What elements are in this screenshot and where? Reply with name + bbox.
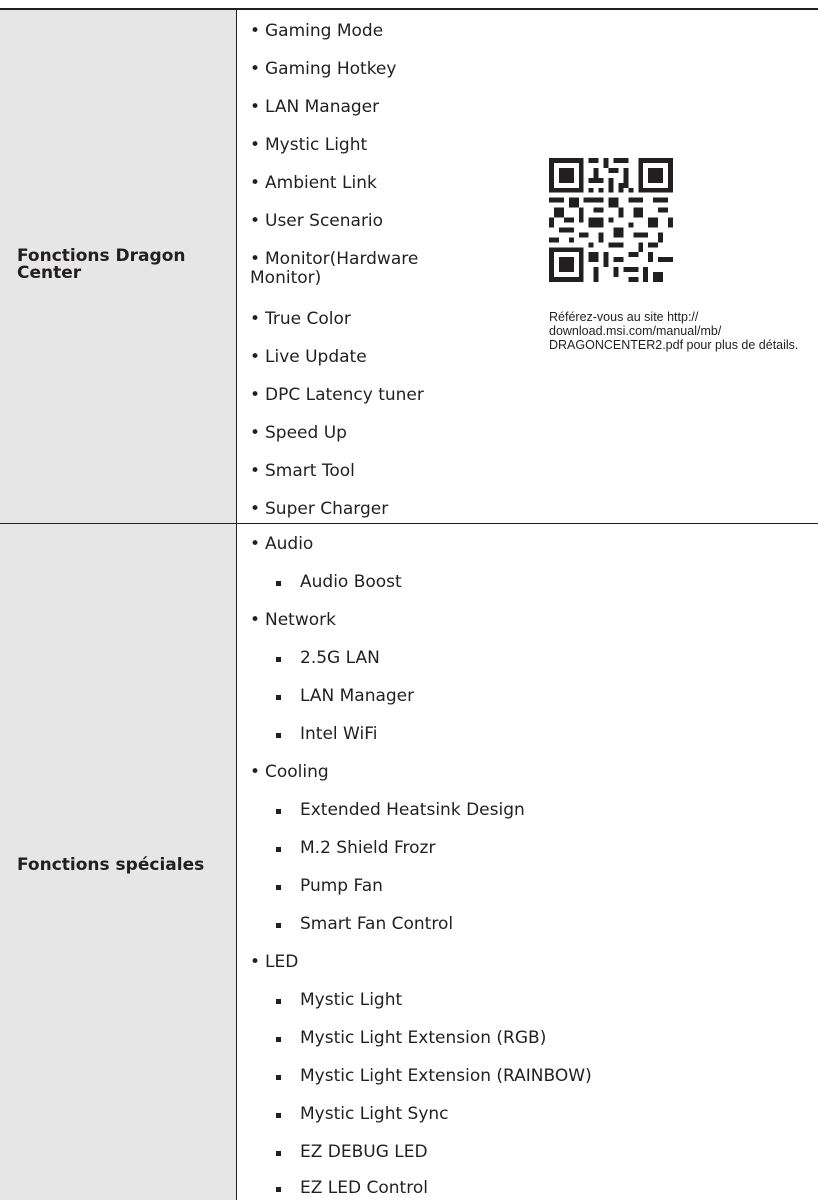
square-bullet-icon	[276, 885, 281, 890]
list-item: • Network	[250, 610, 336, 630]
list-item: • Monitor(Hardware Monitor)	[250, 249, 419, 288]
sub-list-item: Mystic Light Sync	[300, 1104, 449, 1124]
list-item: • Ambient Link	[250, 173, 377, 193]
sub-list-item: Smart Fan Control	[300, 914, 454, 934]
list-item: • True Color	[250, 309, 351, 329]
sub-list-item: Mystic Light Extension (RGB)	[300, 1028, 547, 1048]
list-item: • Speed Up	[250, 423, 347, 443]
square-bullet-icon	[276, 657, 281, 662]
sub-list-item: Extended Heatsink Design	[300, 800, 525, 820]
sub-list-item: LAN Manager	[300, 686, 415, 706]
list-item: • Audio	[250, 534, 314, 554]
dragon-center-note: Référez-vous au site http:// download.ms…	[549, 310, 799, 352]
list-item: • DPC Latency tuner	[250, 385, 424, 405]
square-bullet-icon	[276, 1037, 281, 1042]
list-item: • Smart Tool	[250, 461, 355, 481]
square-bullet-icon	[276, 847, 281, 852]
sub-list-item: 2.5G LAN	[300, 648, 380, 668]
sub-list-item: EZ LED Control	[300, 1178, 428, 1198]
sub-list-item: Mystic Light	[300, 990, 403, 1010]
sub-list-item: Pump Fan	[300, 876, 383, 896]
list-item: • Cooling	[250, 762, 329, 782]
square-bullet-icon	[276, 733, 281, 738]
list-item: • Live Update	[250, 347, 367, 367]
square-bullet-icon	[276, 999, 281, 1004]
list-item: • Gaming Hotkey	[250, 59, 397, 79]
sub-list-item: M.2 Shield Frozr	[300, 838, 436, 858]
sub-list-item: Audio Boost	[300, 572, 402, 592]
square-bullet-icon	[276, 1151, 281, 1156]
square-bullet-icon	[276, 581, 281, 586]
list-item: • Super Charger	[250, 499, 389, 519]
sub-list-item: Intel WiFi	[300, 724, 378, 744]
square-bullet-icon	[276, 695, 281, 700]
list-item: • Gaming Mode	[250, 21, 384, 41]
square-bullet-icon	[276, 1075, 281, 1080]
qr-code-icon	[549, 158, 673, 282]
sub-list-item: Mystic Light Extension (RAINBOW)	[300, 1066, 592, 1086]
square-bullet-icon	[276, 1113, 281, 1118]
special-features-label: Fonctions spéciales	[17, 855, 205, 875]
square-bullet-icon	[276, 809, 281, 814]
list-item: • LAN Manager	[250, 97, 380, 117]
square-bullet-icon	[276, 923, 281, 928]
dragon-center-label: Fonctions Dragon Center	[17, 246, 186, 283]
list-item: • Mystic Light	[250, 135, 368, 155]
list-item: • LED	[250, 952, 299, 972]
list-item: • User Scenario	[250, 211, 384, 231]
sub-list-item: EZ DEBUG LED	[300, 1142, 428, 1162]
square-bullet-icon	[276, 1187, 281, 1192]
